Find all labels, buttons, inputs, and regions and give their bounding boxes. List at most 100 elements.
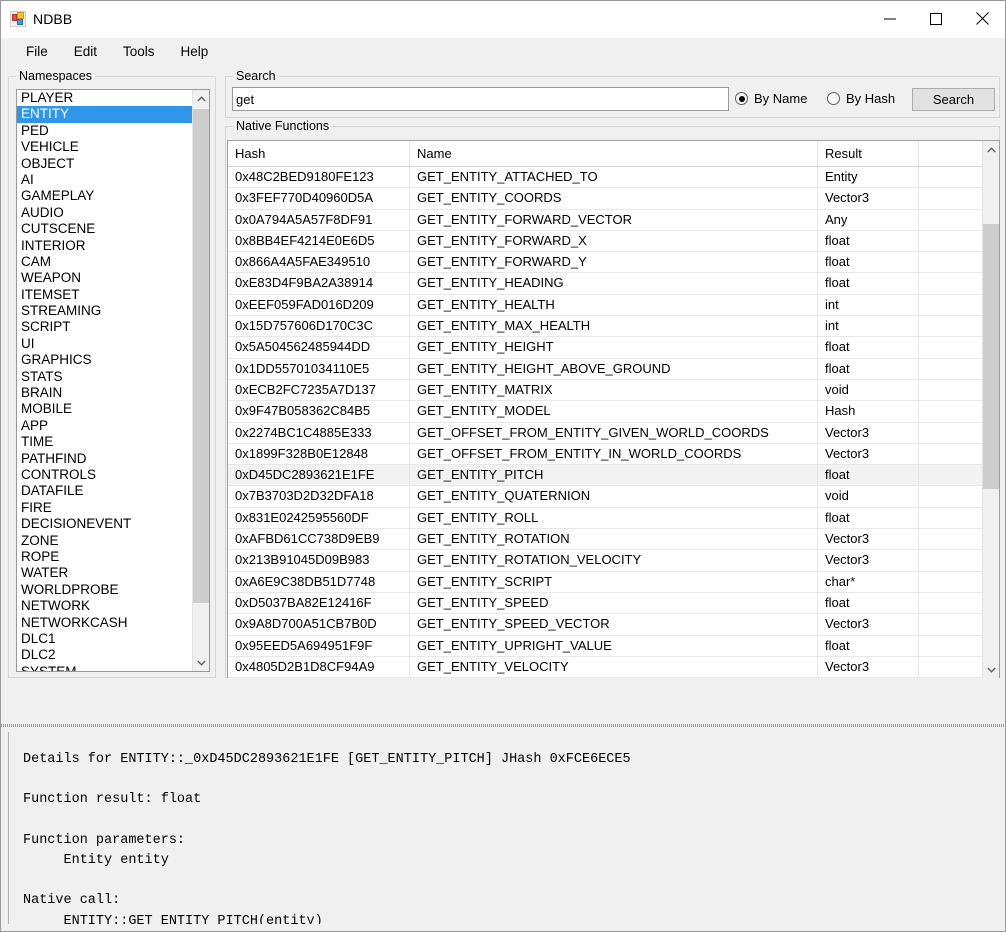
table-row[interactable]: 0x3FEF770D40960D5A GET_ENTITY_COORDS Vecto… — [228, 188, 984, 210]
namespace-item[interactable]: WATER — [17, 565, 193, 581]
table-row[interactable]: 0x4805D2B1D8CF94A9 GET_ENTITY_VELOCITY Vec… — [228, 656, 984, 678]
namespace-item[interactable]: ITEMSET — [17, 287, 193, 303]
namespace-item[interactable]: NETWORKCASH — [17, 615, 193, 631]
table-row[interactable]: 0xD45DC2893621E1FE GET_ENTITY_PITCH float — [228, 465, 984, 487]
namespace-item[interactable]: BRAIN — [17, 385, 193, 401]
namespace-item[interactable]: NETWORK — [17, 598, 193, 614]
menu-item-file[interactable]: File — [13, 41, 61, 63]
table-row[interactable]: 0x1DD55701034110E5 GET_ENTITY_HEIGHT_ABOV… — [228, 358, 984, 380]
search-button[interactable]: Search — [912, 88, 995, 111]
table-cell — [919, 273, 984, 293]
namespace-item[interactable]: OBJECT — [17, 156, 193, 172]
minimize-button[interactable] — [867, 1, 913, 36]
menu-item-tools[interactable]: Tools — [110, 41, 168, 63]
namespace-item[interactable]: INTERIOR — [17, 238, 193, 254]
table-row[interactable]: 0x7B3703D2D32DFA18 GET_ENTITY_QUATERNION v… — [228, 486, 984, 508]
table-row[interactable]: 0xEEF059FAD016D209 GET_ENTITY_HEALTH int — [228, 294, 984, 317]
table-row[interactable]: 0x213B91045D09B983 GET_ENTITY_ROTATION_VE… — [228, 550, 984, 572]
namespace-item[interactable]: PLAYER — [17, 90, 193, 106]
column-header[interactable] — [919, 141, 984, 166]
namespace-item[interactable]: SYSTEM — [17, 664, 193, 671]
namespace-item[interactable]: DLC2 — [17, 647, 193, 663]
menu-item-edit[interactable]: Edit — [61, 41, 110, 63]
table-cell: GET_ENTITY_SCRIPT — [410, 571, 818, 592]
table-cell — [919, 423, 984, 443]
table-cell: Any — [818, 209, 919, 230]
radio-by-hash[interactable]: By Hash — [827, 91, 895, 106]
table-row[interactable]: 0xAFBD61CC738D9EB9 GET_ENTITY_ROTATION Vec… — [228, 529, 984, 551]
table-row[interactable]: 0x95EED5A694951F9F GET_ENTITY_UPRIGHT_VAL… — [228, 635, 984, 657]
scroll-up-arrow-icon[interactable] — [193, 90, 209, 107]
maximize-button[interactable] — [913, 1, 959, 36]
namespace-item[interactable]: CONTROLS — [17, 467, 193, 483]
table-row[interactable]: 0x8BB4EF4214E0E6D5 GET_ENTITY_FORWARD_X fl… — [228, 230, 984, 253]
table-row[interactable]: 0xE83D4F9BA2A38914 GET_ENTITY_HEADING floa… — [228, 273, 984, 295]
close-button[interactable] — [959, 1, 1005, 36]
table-row[interactable]: 0xA6E9C38DB51D7748 GET_ENTITY_SCRIPT char* — [228, 571, 984, 593]
details-panel[interactable]: Details for ENTITY::_0xD45DC2893621E1FE … — [8, 732, 998, 924]
namespace-item[interactable]: PED — [17, 123, 193, 139]
table-row[interactable]: 0x1899F328B0E12848 GET_OFFSET_FROM_ENTITY… — [228, 443, 984, 466]
namespace-item[interactable]: GRAPHICS — [17, 352, 193, 368]
scroll-up-arrow-icon[interactable] — [983, 141, 999, 158]
table-row[interactable]: 0x866A4A5FAE349510 GET_ENTITY_FORWARD_Y fl… — [228, 252, 984, 274]
namespace-item[interactable]: ENTITY — [17, 106, 193, 123]
namespaces-listbox[interactable]: PLAYER ENTITY PED VEHICLE OBJECT AI GAMEPLAY AU… — [16, 89, 210, 672]
namespace-item[interactable]: PATHFIND — [17, 451, 193, 467]
namespaces-scrollbar[interactable] — [192, 90, 209, 671]
horizontal-splitter[interactable] — [1, 722, 1005, 732]
namespace-item[interactable]: FIRE — [17, 500, 193, 516]
table-cell: void — [818, 379, 919, 401]
table-row[interactable]: 0x48C2BED9180FE123 GET_ENTITY_ATTACHED_TO… — [228, 167, 984, 189]
namespace-item[interactable]: WORLDPROBE — [17, 582, 193, 598]
table-row[interactable]: 0x5A504562485944DD GET_ENTITY_HEIGHT float — [228, 337, 984, 359]
radio-by-hash-label: By Hash — [846, 91, 896, 106]
namespace-item[interactable]: AI — [17, 172, 193, 188]
native-functions-scroll-thumb[interactable] — [983, 224, 999, 489]
table-row[interactable]: 0x9A8D700A51CB7B0D GET_ENTITY_SPEED_VECTO… — [228, 614, 984, 636]
table-cell: GET_ENTITY_VELOCITY — [410, 656, 818, 678]
table-row[interactable]: 0x0A794A5A57F8DF91 GET_ENTITY_FORWARD_VEC… — [228, 209, 984, 231]
namespace-item[interactable]: WEAPON — [17, 270, 193, 286]
table-cell: GET_OFFSET_FROM_ENTITY_GIVEN_WORLD_COORD… — [410, 422, 818, 443]
table-cell: 0x831E0242595560DF — [228, 507, 410, 529]
table-row[interactable]: 0x15D757606D170C3C GET_ENTITY_MAX_HEALTH i… — [228, 316, 984, 338]
native-functions-table[interactable]: Hash Name Result 0x48C2BED9180FE123 GET_ENTI… — [227, 140, 1000, 678]
namespace-item[interactable]: ZONE — [17, 533, 193, 549]
namespace-item[interactable]: TIME — [17, 434, 193, 450]
table-row[interactable]: 0xECB2FC7235A7D137 GET_ENTITY_MATRIX void — [228, 379, 984, 402]
namespace-item[interactable]: DLC1 — [17, 631, 193, 647]
namespace-item[interactable]: SCRIPT — [17, 319, 193, 335]
namespace-item[interactable]: STATS — [17, 369, 193, 385]
table-row[interactable]: 0x2274BC1C4885E333 GET_OFFSET_FROM_ENTITY… — [228, 422, 984, 444]
namespace-item[interactable]: MOBILE — [17, 401, 193, 417]
namespace-item[interactable]: GAMEPLAY — [17, 188, 193, 204]
namespace-item[interactable]: STREAMING — [17, 303, 193, 319]
namespace-item[interactable]: AUDIO — [17, 205, 193, 221]
table-row[interactable]: 0xD5037BA82E12416F GET_ENTITY_SPEED float — [228, 592, 984, 615]
namespace-item[interactable]: CUTSCENE — [17, 221, 193, 237]
table-cell: Vector3 — [818, 550, 919, 571]
scroll-down-arrow-icon[interactable] — [983, 661, 999, 678]
column-header[interactable]: Hash — [228, 141, 410, 166]
namespace-item[interactable]: APP — [17, 418, 193, 434]
native-functions-scrollbar[interactable] — [982, 141, 999, 678]
scroll-down-arrow-icon[interactable] — [193, 654, 209, 671]
column-header[interactable]: Name — [410, 141, 818, 166]
radio-by-name[interactable]: By Name — [735, 91, 807, 106]
namespace-item[interactable]: ROPE — [17, 549, 193, 565]
namespace-item[interactable]: DATAFILE — [17, 483, 193, 499]
namespace-item[interactable]: VEHICLE — [17, 139, 193, 155]
table-row[interactable]: 0x9F47B058362C84B5 GET_ENTITY_MODEL Hash — [228, 401, 984, 423]
namespaces-scroll-thumb[interactable] — [193, 109, 209, 603]
table-row[interactable]: 0x831E0242595560DF GET_ENTITY_ROLL float — [228, 507, 984, 530]
search-input[interactable] — [232, 87, 729, 111]
namespace-item[interactable]: DECISIONEVENT — [17, 516, 193, 532]
native-functions-group: Native Functions Hash Name Result 0x48C2BED… — [225, 119, 1000, 678]
table-cell: 0x9A8D700A51CB7B0D — [228, 614, 410, 635]
namespace-item[interactable]: UI — [17, 336, 193, 352]
column-header[interactable]: Result — [818, 141, 919, 166]
close-icon — [975, 12, 989, 25]
namespace-item[interactable]: CAM — [17, 254, 193, 270]
menu-item-help[interactable]: Help — [168, 41, 222, 63]
